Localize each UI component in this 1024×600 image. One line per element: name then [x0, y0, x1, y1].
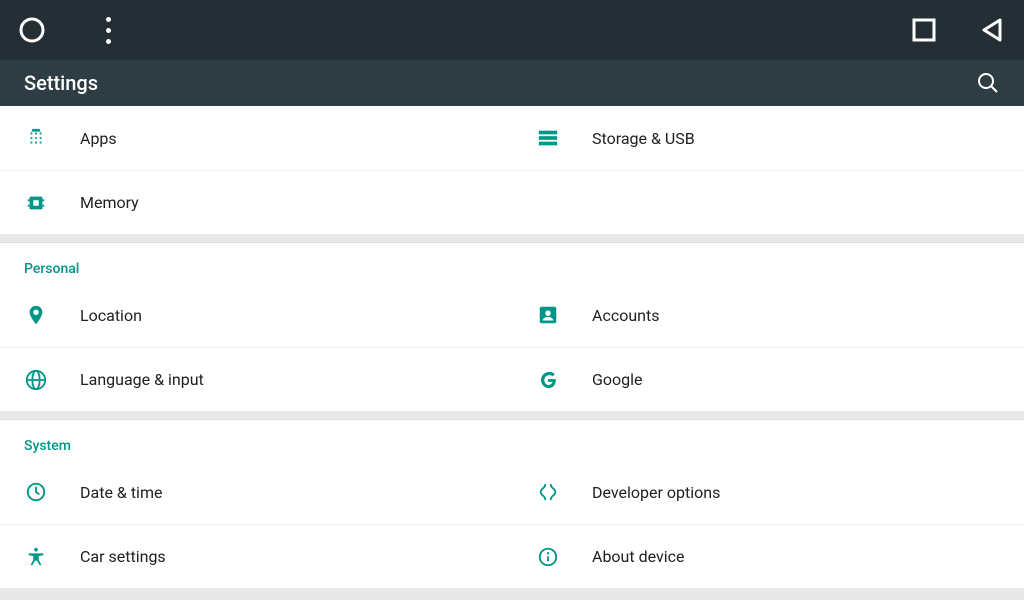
settings-item-label: Language & input [80, 370, 204, 389]
settings-item-label: Google [592, 370, 643, 389]
settings-item-google[interactable]: Google [512, 347, 1024, 411]
section-header-personal: Personal [0, 243, 1024, 283]
settings-item-label: Memory [80, 193, 139, 212]
settings-item-car[interactable]: Car settings [0, 524, 512, 588]
settings-item-datetime[interactable]: Date & time [0, 460, 512, 524]
back-icon[interactable] [978, 16, 1006, 44]
google-icon [536, 368, 560, 392]
recent-apps-icon[interactable] [910, 16, 938, 44]
settings-item-label: Storage & USB [592, 129, 695, 148]
page-title: Settings [24, 71, 98, 95]
settings-item-label: Developer options [592, 483, 720, 502]
system-navbar [0, 0, 1024, 60]
section-header-system: System [0, 420, 1024, 460]
app-bar: Settings [0, 60, 1024, 106]
search-icon[interactable] [976, 71, 1000, 95]
accessibility-icon [24, 545, 48, 569]
circle-icon[interactable] [18, 16, 46, 44]
section-device: Apps Storage & USB Memory [0, 106, 1024, 234]
developer-icon [536, 480, 560, 504]
memory-icon [24, 191, 48, 215]
settings-item-label: Accounts [592, 306, 659, 325]
settings-item-accounts[interactable]: Accounts [512, 283, 1024, 347]
settings-item-location[interactable]: Location [0, 283, 512, 347]
location-icon [24, 303, 48, 327]
settings-item-label: About device [592, 547, 684, 566]
settings-item-label: Car settings [80, 547, 166, 566]
settings-content: Apps Storage & USB Memory Personal [0, 106, 1024, 600]
info-icon [536, 545, 560, 569]
language-icon [24, 368, 48, 392]
settings-item-developer[interactable]: Developer options [512, 460, 1024, 524]
storage-icon [536, 126, 560, 150]
settings-item-label: Date & time [80, 483, 162, 502]
settings-item-memory[interactable]: Memory [0, 170, 512, 234]
section-system: System Date & time Developer options Car… [0, 419, 1024, 588]
overflow-menu-icon[interactable] [94, 16, 122, 44]
settings-item-language[interactable]: Language & input [0, 347, 512, 411]
section-personal: Personal Location Accounts Language & in… [0, 242, 1024, 411]
settings-item-label: Apps [80, 129, 117, 148]
accounts-icon [536, 303, 560, 327]
settings-item-storage[interactable]: Storage & USB [512, 106, 1024, 170]
settings-item-about[interactable]: About device [512, 524, 1024, 588]
settings-item-label: Location [80, 306, 142, 325]
clock-icon [24, 480, 48, 504]
settings-item-apps[interactable]: Apps [0, 106, 512, 170]
apps-icon [24, 126, 48, 150]
